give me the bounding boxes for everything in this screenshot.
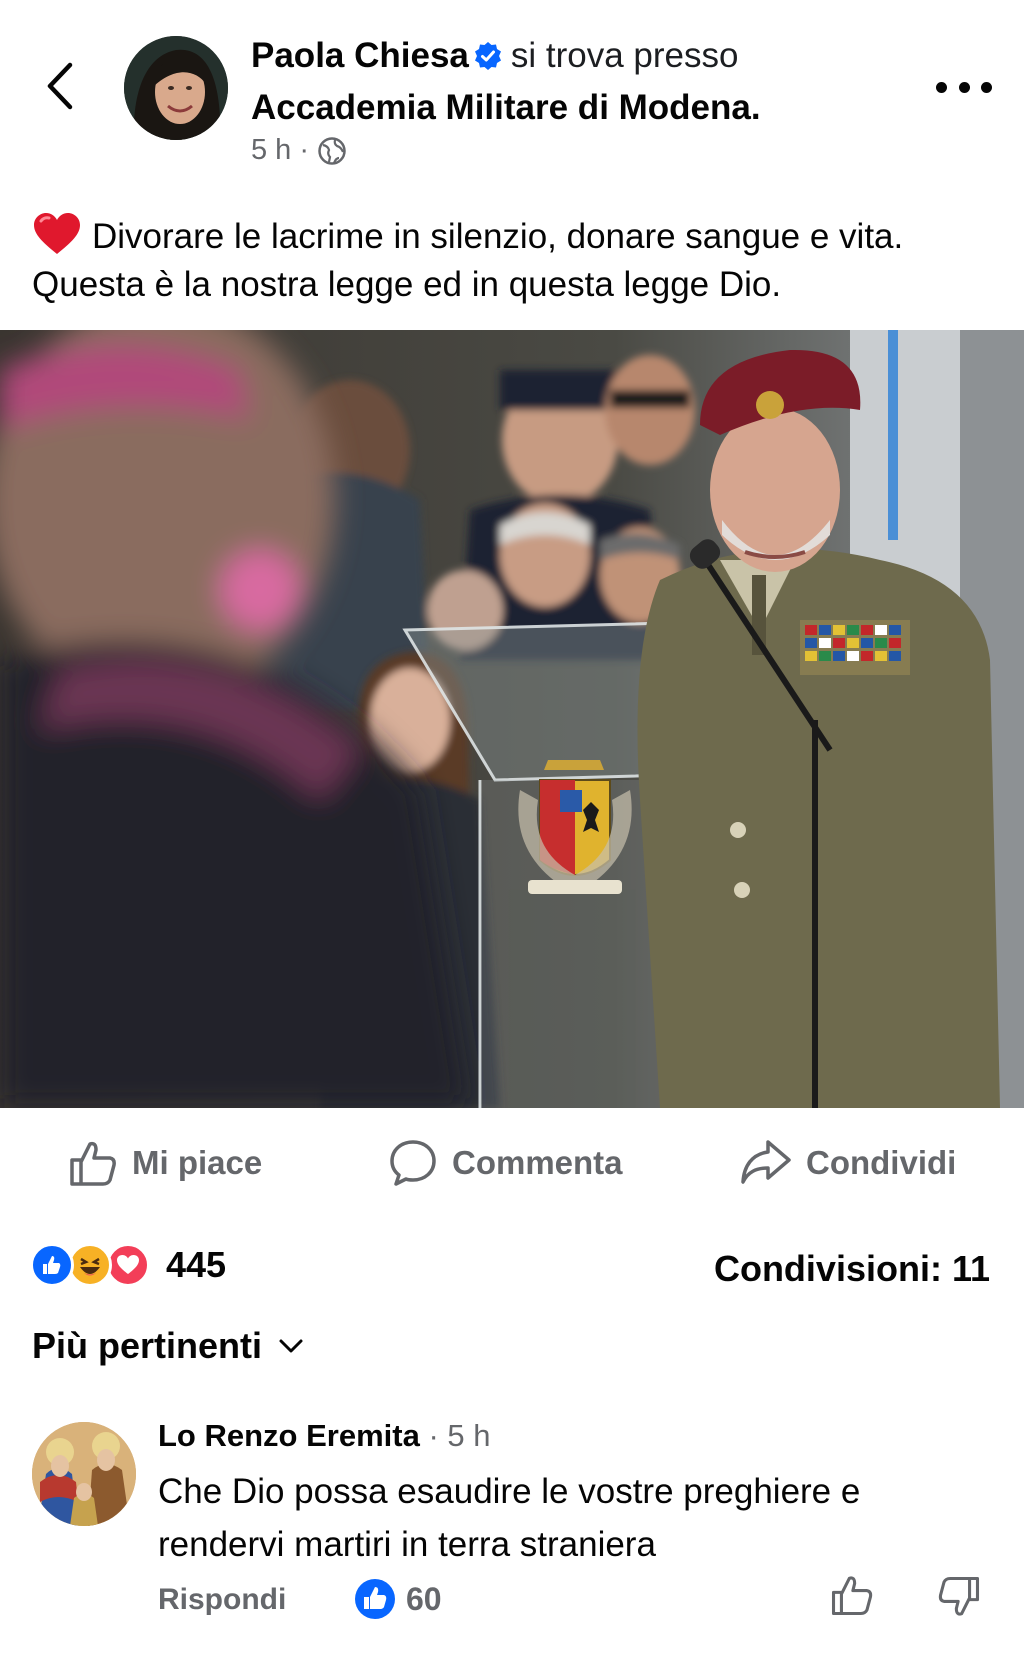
reply-button[interactable]: Rispondi bbox=[158, 1583, 286, 1617]
haha-reaction-icon bbox=[68, 1243, 112, 1287]
dot bbox=[981, 81, 992, 93]
back-button[interactable] bbox=[40, 58, 80, 114]
comment-header: Lo Renzo Eremita · 5 h bbox=[158, 1415, 490, 1457]
comment-likes[interactable]: 60 bbox=[354, 1578, 442, 1620]
post-photo[interactable] bbox=[0, 330, 1024, 1108]
post-actions-bar: Mi piace Commenta Condividi bbox=[0, 1108, 1024, 1216]
globe-icon bbox=[318, 136, 346, 165]
red-heart-emoji-icon bbox=[34, 213, 80, 254]
dot bbox=[958, 81, 970, 93]
author-name[interactable]: Paola Chiesa bbox=[251, 36, 469, 75]
checkin-verb: si trova presso bbox=[510, 36, 739, 75]
post-header: Paola Chiesa si trova presso Accademia M… bbox=[0, 0, 1024, 190]
like-reaction-icon bbox=[30, 1243, 74, 1287]
checkin-location[interactable]: Accademia Militare di Modena. bbox=[251, 88, 761, 127]
comment-time: · 5 h bbox=[428, 1418, 491, 1453]
comment-bubble-icon bbox=[390, 1140, 436, 1186]
commenter-avatar[interactable] bbox=[32, 1422, 136, 1526]
author-avatar[interactable] bbox=[124, 36, 228, 140]
comment-text: Che Dio possa esaudire le vostre preghie… bbox=[158, 1472, 861, 1564]
comment-dislike-button[interactable] bbox=[937, 1575, 981, 1624]
sort-label: Più pertinenti bbox=[32, 1325, 263, 1366]
like-label: Mi piace bbox=[132, 1144, 263, 1181]
post-time[interactable]: 5 h bbox=[251, 134, 291, 167]
comment-sort-dropdown[interactable]: Più pertinenti bbox=[32, 1325, 304, 1367]
share-arrow-icon bbox=[741, 1140, 791, 1184]
share-label: Condividi bbox=[806, 1144, 957, 1181]
shares-count[interactable]: Condivisioni: 11 bbox=[714, 1248, 990, 1290]
like-reaction-icon bbox=[355, 1579, 395, 1619]
post-stats: 445 Condivisioni: 11 bbox=[0, 1240, 1024, 1300]
post-header-text: Paola Chiesa si trova presso Accademia M… bbox=[251, 30, 911, 134]
thumbs-up-icon bbox=[70, 1141, 116, 1186]
thumbs-up-icon bbox=[831, 1576, 873, 1616]
commenter-name[interactable]: Lo Renzo Eremita bbox=[158, 1418, 420, 1453]
thumbs-down-icon bbox=[938, 1576, 980, 1616]
meta-separator: · bbox=[299, 134, 309, 166]
comment-label: Commenta bbox=[452, 1144, 623, 1181]
chevron-left-icon bbox=[47, 62, 73, 110]
comment-likes-count: 60 bbox=[406, 1580, 442, 1617]
comment-like-button[interactable] bbox=[830, 1573, 874, 1622]
verified-badge-icon bbox=[474, 42, 501, 70]
share-button[interactable]: Condividi bbox=[740, 1138, 956, 1188]
more-options-button[interactable] bbox=[936, 70, 992, 104]
caption-text: Divorare le lacrime in silenzio, donare … bbox=[32, 217, 904, 304]
love-reaction-icon bbox=[106, 1243, 150, 1287]
reactions-summary[interactable]: 445 bbox=[30, 1243, 226, 1287]
dot bbox=[936, 81, 947, 93]
post-caption: Divorare le lacrime in silenzio, donare … bbox=[32, 212, 992, 309]
reactions-count: 445 bbox=[166, 1244, 227, 1285]
chevron-down-icon bbox=[279, 1339, 303, 1353]
like-button[interactable]: Mi piace bbox=[68, 1138, 262, 1188]
post-meta: 5 h · bbox=[251, 134, 347, 167]
comment-button[interactable]: Commenta bbox=[388, 1138, 623, 1188]
